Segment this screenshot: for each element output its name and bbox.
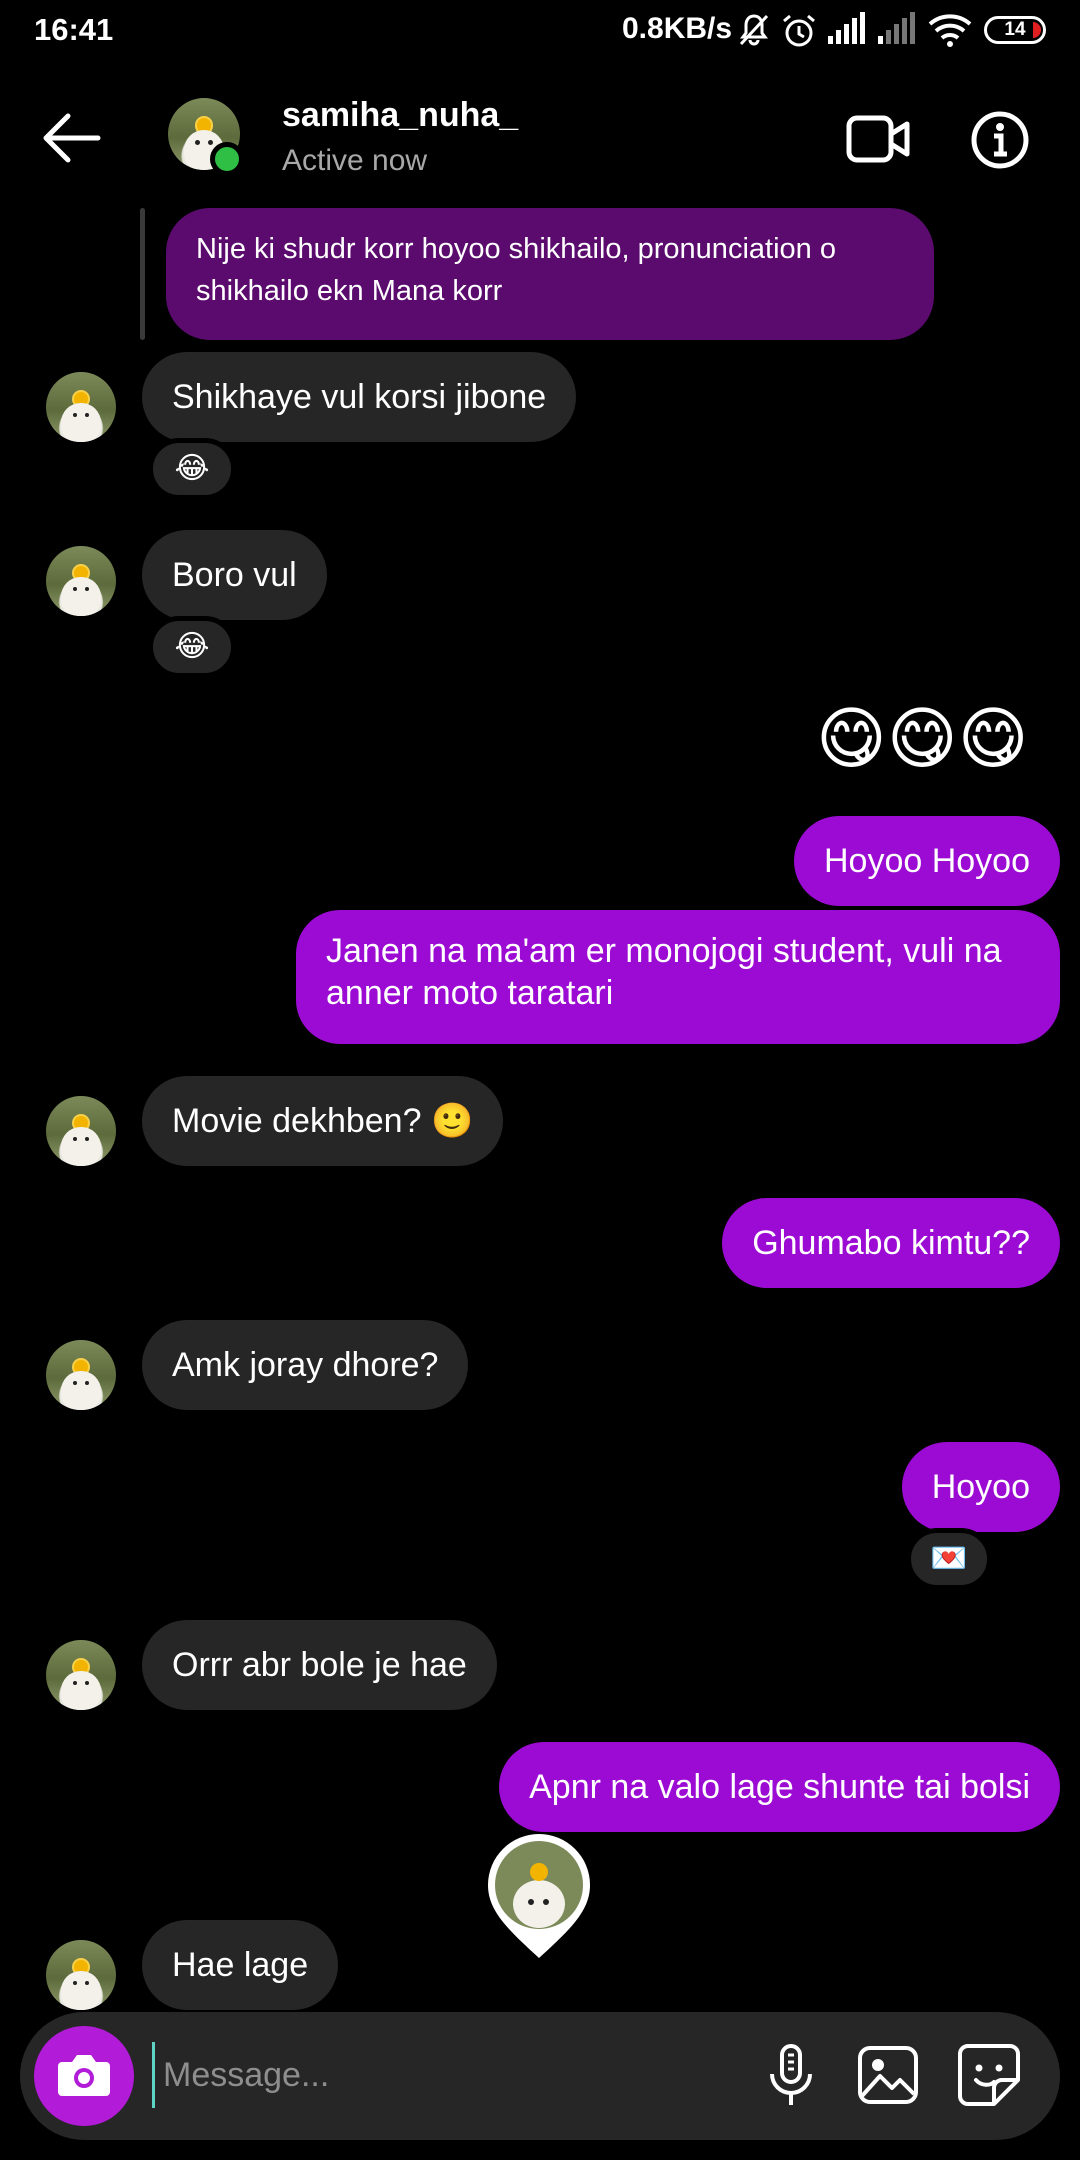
incoming-message-bubble[interactable]: Orrr abr bole je hae	[142, 1620, 497, 1710]
contact-activity-status: Active now	[282, 144, 428, 177]
camera-icon	[58, 2055, 110, 2096]
wifi-icon	[928, 14, 972, 47]
sender-avatar[interactable]	[46, 1340, 116, 1410]
outgoing-message-bubble[interactable]: Janen na ma'am er monojogi student, vuli…	[296, 910, 1060, 1044]
info-icon[interactable]	[970, 110, 1030, 170]
battery-indicator: 14	[984, 16, 1046, 44]
video-call-icon[interactable]	[846, 112, 910, 166]
seen-indicator-pin	[488, 1834, 590, 1958]
microphone-icon[interactable]	[756, 2040, 826, 2110]
status-bar: 16:41 0.8KB/s 14	[0, 0, 1080, 62]
incoming-message-bubble[interactable]: Hae lage	[142, 1920, 339, 2010]
camera-button[interactable]	[34, 2026, 134, 2126]
sender-avatar[interactable]	[46, 1096, 116, 1166]
signal-icon-2	[878, 12, 915, 44]
message-input[interactable]	[152, 2042, 712, 2108]
contact-username[interactable]: samiha_nuha_	[282, 96, 518, 135]
gallery-icon[interactable]	[854, 2040, 924, 2110]
mute-bell-icon	[739, 14, 769, 46]
reaction-badge[interactable]: 😂	[148, 438, 236, 500]
online-status-dot	[210, 142, 244, 176]
message-composer	[20, 2012, 1060, 2140]
sender-avatar[interactable]	[46, 1940, 116, 2010]
reaction-badge[interactable]: 😂	[148, 616, 236, 678]
sticker-icon[interactable]	[954, 2040, 1024, 2110]
sender-avatar[interactable]	[46, 1640, 116, 1710]
status-time: 16:41	[34, 12, 114, 47]
alarm-icon	[783, 14, 815, 47]
outgoing-message-bubble[interactable]: Ghumabo kimtu??	[722, 1198, 1060, 1288]
signal-icon-1	[828, 12, 865, 44]
back-arrow-icon[interactable]	[36, 110, 106, 166]
sender-avatar[interactable]	[46, 372, 116, 442]
incoming-message-bubble[interactable]: Boro vul	[142, 530, 327, 620]
emoji-message[interactable]: 😋😋😋	[816, 700, 1029, 779]
battery-level: 14	[1004, 19, 1026, 40]
reply-indicator-line	[140, 208, 145, 340]
outgoing-message-bubble[interactable]: Apnr na valo lage shunte tai bolsi	[499, 1742, 1060, 1832]
sender-avatar[interactable]	[46, 546, 116, 616]
incoming-message-bubble[interactable]: Amk joray dhore?	[142, 1320, 469, 1410]
outgoing-message-bubble[interactable]: Hoyoo Hoyoo	[793, 816, 1060, 906]
network-speed: 0.8KB/s	[622, 12, 733, 45]
chat-header: samiha_nuha_ Active now	[0, 62, 1080, 212]
reaction-badge[interactable]: 💌	[906, 1528, 992, 1590]
outgoing-message-bubble[interactable]: Hoyoo	[901, 1442, 1060, 1532]
incoming-message-bubble[interactable]: Shikhaye vul korsi jibone	[142, 352, 577, 442]
incoming-message-bubble[interactable]: Movie dekhben? 🙂	[142, 1076, 504, 1166]
replied-message-bubble[interactable]: Nije ki shudr korr hoyoo shikhailo, pron…	[166, 208, 934, 340]
